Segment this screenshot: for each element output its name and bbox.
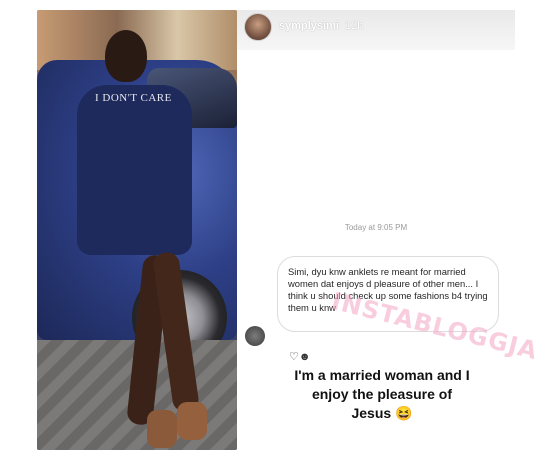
username[interactable]: symplysimi [279,20,339,32]
story-header: symplysimi 12h [237,10,515,50]
story-panel: symplysimi 12h Today at 9:05 PM Simi, dy… [237,10,541,450]
time-ago: 12h [345,20,364,32]
reply-line-1: I'm a married woman and I [294,367,470,383]
person-head [105,30,147,82]
shirt-text: I DON'T CARE [95,92,172,104]
person: I DON'T CARE [77,30,207,450]
person-torso [77,85,192,255]
person-shoe-left [147,410,177,448]
person-shoe-right [177,402,207,440]
photo-panel: I DON'T CARE [37,10,237,450]
message-timestamp: Today at 9:05 PM [344,223,408,232]
reaction-icons[interactable]: ♡☻ [289,350,310,363]
reply-line-2: enjoy the pleasure of [311,386,453,402]
avatar[interactable] [244,13,272,41]
sender-avatar[interactable] [245,326,265,346]
story-reply-text: I'm a married woman and I enjoy the plea… [277,366,487,423]
reply-line-3: Jesus 😆 [351,405,413,421]
